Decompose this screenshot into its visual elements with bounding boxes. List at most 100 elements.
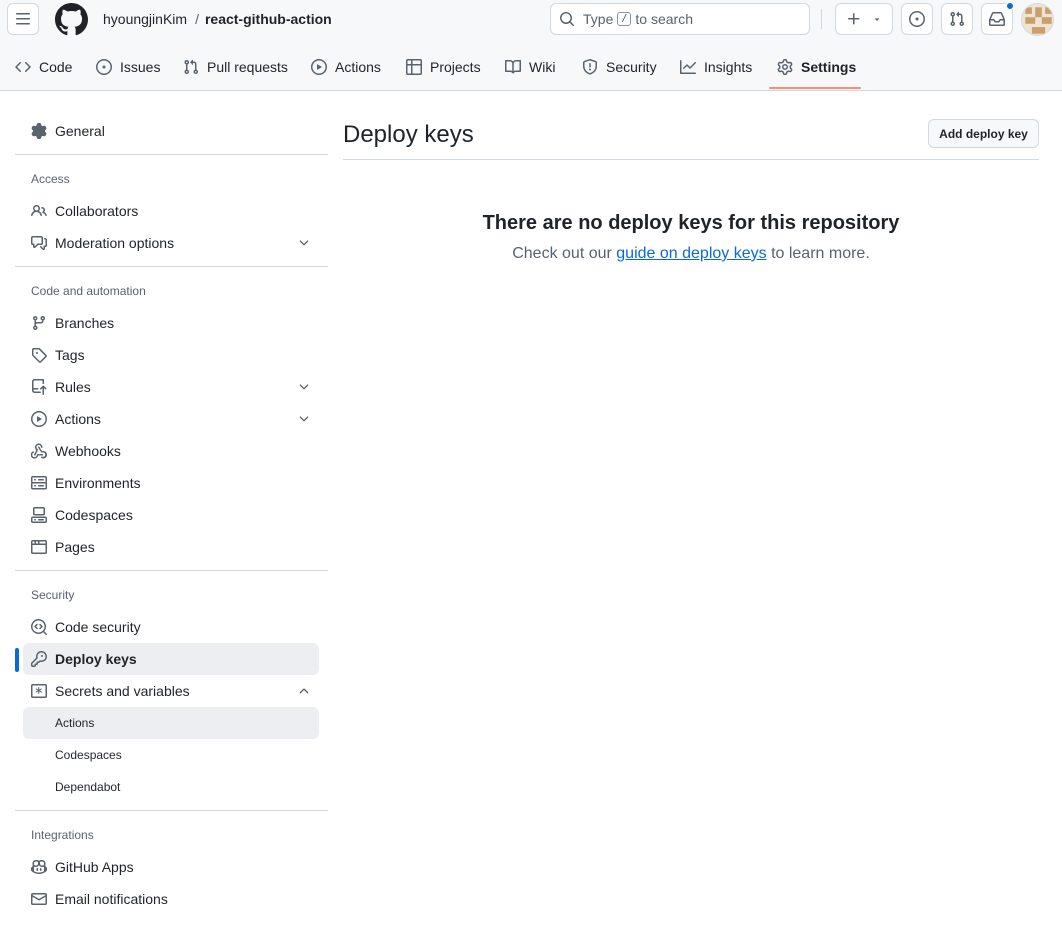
sidebar-item-code-security[interactable]: Code security bbox=[23, 611, 319, 643]
pull-request-icon bbox=[184, 59, 199, 75]
sidebar-item-label: Actions bbox=[55, 716, 95, 730]
sidebar-item-deploy-keys[interactable]: Deploy keys bbox=[23, 643, 319, 675]
identicon-icon bbox=[1022, 4, 1053, 35]
sidebar-item-label: GitHub Apps bbox=[55, 859, 134, 875]
chevron-up-icon bbox=[299, 688, 309, 694]
sidebar-item-moderation[interactable]: Moderation options bbox=[23, 227, 319, 259]
gear-icon bbox=[31, 123, 47, 139]
tab-settings[interactable]: Settings bbox=[777, 49, 856, 85]
sidebar-item-email-notifications[interactable]: Email notifications bbox=[23, 883, 319, 915]
sidebar-item-pages[interactable]: Pages bbox=[23, 531, 319, 563]
search-input[interactable]: Type / to search bbox=[550, 3, 810, 35]
sidebar-item-label: Pages bbox=[55, 539, 95, 555]
search-placeholder-prefix: Type bbox=[583, 11, 614, 27]
sidebar-group-integrations: Integrations bbox=[31, 828, 94, 842]
app-header: hyoungjinKim / react-github-action Type / … bbox=[0, 0, 1062, 91]
search-icon bbox=[560, 12, 575, 27]
code-icon bbox=[15, 61, 31, 73]
sidebar-item-label: Moderation options bbox=[55, 235, 175, 251]
search-shortcut-key: / bbox=[617, 12, 632, 26]
sidebar-item-collaborators[interactable]: Collaborators bbox=[23, 195, 319, 227]
comment-discussion-icon bbox=[31, 236, 47, 250]
tab-label: Projects bbox=[430, 59, 481, 75]
sidebar-subitem-dependabot[interactable]: Dependabot bbox=[23, 771, 319, 803]
tab-projects[interactable]: Projects bbox=[406, 49, 481, 85]
selected-tab-indicator bbox=[769, 87, 861, 89]
sidebar-group-code-automation: Code and automation bbox=[31, 284, 146, 298]
sidebar-subitem-codespaces[interactable]: Codespaces bbox=[23, 739, 319, 771]
breadcrumb-separator: / bbox=[195, 11, 199, 27]
sidebar-divider bbox=[15, 810, 328, 811]
sidebar-item-webhooks[interactable]: Webhooks bbox=[23, 435, 319, 467]
sidebar-item-branches[interactable]: Branches bbox=[23, 307, 319, 339]
sidebar-item-codespaces[interactable]: Codespaces bbox=[23, 499, 319, 531]
sidebar-item-general[interactable]: General bbox=[23, 115, 319, 147]
sidebar-item-label: Tags bbox=[55, 347, 85, 363]
chevron-down-icon bbox=[299, 240, 309, 246]
graph-icon bbox=[680, 60, 696, 74]
sidebar-item-label: Dependabot bbox=[55, 780, 121, 794]
sidebar-item-label: Collaborators bbox=[55, 203, 139, 219]
tab-insights[interactable]: Insights bbox=[680, 49, 752, 85]
sidebar-item-label: Branches bbox=[55, 315, 115, 331]
tab-label: Code bbox=[39, 59, 73, 75]
avatar[interactable] bbox=[1021, 3, 1054, 36]
add-deploy-key-button[interactable]: Add deploy key bbox=[928, 119, 1039, 148]
create-new-button[interactable] bbox=[835, 3, 893, 35]
header-divider bbox=[821, 9, 822, 29]
page-title: Deploy keys bbox=[343, 121, 474, 148]
sidebar-divider bbox=[15, 266, 328, 267]
tab-actions[interactable]: Actions bbox=[311, 49, 381, 85]
blankslate-description: Check out our guide on deploy keys to le… bbox=[343, 245, 1039, 263]
sidebar-item-tags[interactable]: Tags bbox=[23, 339, 319, 371]
sidebar-item-label: Actions bbox=[55, 411, 101, 427]
search-placeholder-suffix: to search bbox=[635, 11, 693, 27]
tab-issues[interactable]: Issues bbox=[96, 49, 160, 85]
issues-button[interactable] bbox=[901, 3, 933, 35]
asterisk-icon bbox=[31, 684, 47, 698]
sidebar-item-actions[interactable]: Actions bbox=[23, 403, 319, 435]
sidebar-group-security: Security bbox=[31, 588, 75, 602]
title-divider bbox=[343, 159, 1039, 160]
github-logo-icon[interactable] bbox=[55, 3, 88, 36]
sidebar-item-github-apps[interactable]: GitHub Apps bbox=[23, 851, 319, 883]
active-item-indicator bbox=[15, 648, 19, 672]
blankslate-suffix: to learn more. bbox=[771, 245, 870, 262]
sidebar-item-label: General bbox=[55, 123, 105, 139]
gear-icon bbox=[777, 59, 793, 75]
tab-label: Issues bbox=[120, 59, 161, 75]
sidebar-item-label: Secrets and variables bbox=[55, 683, 190, 699]
sidebar-subitem-actions[interactable]: Actions bbox=[23, 707, 319, 739]
breadcrumb: hyoungjinKim / react-github-action bbox=[103, 10, 332, 28]
sidebar-item-rules[interactable]: Rules bbox=[23, 371, 319, 403]
sidebar-divider bbox=[15, 570, 328, 571]
tab-code[interactable]: Code bbox=[15, 49, 72, 85]
sidebar-divider bbox=[15, 154, 328, 155]
triangle-down-icon bbox=[874, 18, 880, 21]
sidebar-item-label: Deploy keys bbox=[55, 651, 137, 667]
issue-icon bbox=[909, 11, 925, 27]
tab-label: Wiki bbox=[529, 59, 556, 75]
tab-security[interactable]: Security bbox=[582, 49, 657, 85]
breadcrumb-repo[interactable]: react-github-action bbox=[205, 11, 332, 27]
menu-button[interactable] bbox=[7, 3, 39, 35]
notification-indicator bbox=[1006, 2, 1014, 10]
tab-pull-requests[interactable]: Pull requests bbox=[183, 49, 288, 85]
deploy-keys-guide-link[interactable]: guide on deploy keys bbox=[616, 245, 766, 262]
codespaces-icon bbox=[31, 507, 47, 523]
chevron-down-icon bbox=[299, 416, 309, 422]
chevron-down-icon bbox=[299, 384, 309, 390]
repo-push-icon bbox=[32, 379, 47, 395]
tab-wiki[interactable]: Wiki bbox=[505, 49, 555, 85]
sidebar-item-environments[interactable]: Environments bbox=[23, 467, 319, 499]
sidebar-group-access: Access bbox=[31, 172, 70, 186]
pull-requests-button[interactable] bbox=[941, 3, 973, 35]
tab-label: Insights bbox=[704, 59, 753, 75]
sidebar-item-label: Rules bbox=[55, 379, 91, 395]
pull-request-icon bbox=[950, 11, 965, 27]
sidebar-item-label: Codespaces bbox=[55, 507, 133, 523]
sidebar-item-secrets[interactable]: Secrets and variables bbox=[23, 675, 319, 707]
git-branch-icon bbox=[32, 316, 45, 331]
breadcrumb-owner[interactable]: hyoungjinKim bbox=[103, 11, 187, 27]
hamburger-icon bbox=[16, 13, 30, 25]
